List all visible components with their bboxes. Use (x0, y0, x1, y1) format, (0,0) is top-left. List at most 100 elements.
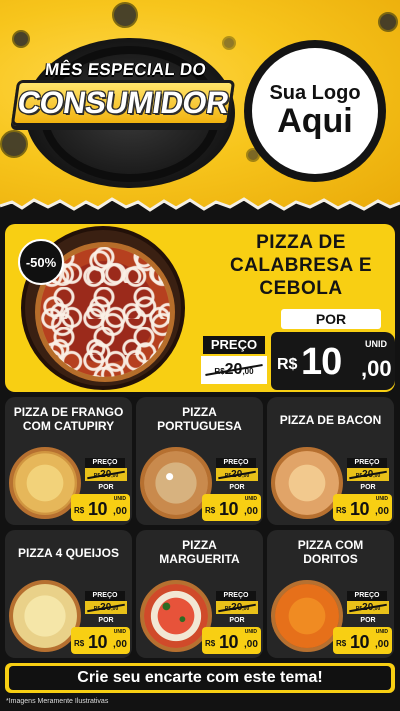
por-label: POR (360, 617, 376, 624)
product-name-line1: PIZZA COM (297, 538, 364, 552)
unid-label: UNID (113, 629, 126, 635)
product-name-line1: PIZZA (182, 538, 217, 552)
header-banner: MÊS ESPECIAL DO CONSUMIDOR Sua Logo Aqui (0, 0, 400, 215)
price-currency: R$ (205, 506, 216, 515)
por-label: POR (281, 309, 381, 329)
logo-text-line1: Sua Logo (269, 81, 361, 104)
old-price: R$20,00 (347, 468, 389, 481)
old-price: R$20,00 (201, 356, 267, 384)
new-price: UNID R$ 10 ,00 (333, 627, 392, 654)
new-price: UNID R$ 10 ,00 (202, 627, 261, 654)
featured-name-line3: CEBOLA (259, 277, 343, 299)
price-decimal: ,00 (375, 506, 389, 517)
coin-icon (0, 130, 28, 158)
preco-label: PREÇO (203, 336, 265, 354)
price-decimal: ,00 (244, 639, 258, 650)
logo-placeholder[interactable]: Sua Logo Aqui (252, 48, 378, 174)
price-integer: 10 (350, 499, 370, 519)
product-card-4-queijos[interactable]: PIZZA 4 QUEIJOS PREÇO R$20,00 POR UNID R… (5, 530, 132, 658)
product-name-line2: DORITOS (303, 552, 358, 567)
campaign-title-main: CONSUMIDOR (10, 80, 236, 126)
torn-paper-edge (0, 197, 400, 224)
por-label: POR (229, 484, 245, 491)
price-currency: R$ (205, 639, 216, 648)
por-label: POR (360, 484, 376, 491)
product-card-doritos[interactable]: PIZZA COM DORITOS PREÇO R$20,00 POR UNID… (267, 530, 394, 658)
old-price: R$20,00 (347, 601, 389, 614)
product-card-bacon[interactable]: PIZZA DE BACON PREÇO R$20,00 POR UNID R$… (267, 397, 394, 525)
preco-label: PREÇO (216, 591, 256, 601)
product-name-line2: MARGUERITA (159, 552, 240, 567)
old-price: R$20,00 (216, 468, 258, 481)
preco-label: PREÇO (85, 458, 125, 468)
cta-button[interactable]: Crie seu encarte com este tema! (9, 666, 391, 690)
price-decimal: ,00 (113, 506, 127, 517)
product-name: PIZZA COM DORITOS (271, 538, 390, 567)
price-integer: 10 (219, 499, 239, 519)
new-price: UNID R$ 10 ,00 (202, 494, 261, 521)
product-card-marguerita[interactable]: PIZZA MARGUERITA PREÇO R$20,00 POR UNID … (136, 530, 263, 658)
preco-label: PREÇO (85, 591, 125, 601)
product-name-line1: PIZZA DE BACON (279, 413, 382, 427)
product-card-frango[interactable]: PIZZA DE FRANGO COM CATUPIRY PREÇO R$20,… (5, 397, 132, 525)
new-price: UNID R$ 10 ,00 (271, 332, 395, 390)
product-name: PIZZA 4 QUEIJOS (9, 546, 128, 560)
por-label: POR (98, 617, 114, 624)
unid-label: UNID (375, 496, 388, 502)
price-integer: 10 (350, 632, 370, 652)
price-decimal: ,00 (361, 356, 392, 381)
cta-banner[interactable]: Crie seu encarte com este tema! (5, 663, 395, 693)
price-integer: 10 (88, 632, 108, 652)
new-price: UNID R$ 10 ,00 (71, 627, 130, 654)
featured-product-name: PIZZA DE CALABRESA E CEBOLA (217, 232, 385, 300)
product-card-portuguesa[interactable]: PIZZA PORTUGUESA PREÇO R$20,00 POR UNID … (136, 397, 263, 525)
unid-label: UNID (244, 629, 257, 635)
price-currency: R$ (74, 639, 85, 648)
coin-icon (222, 36, 236, 50)
new-price: UNID R$ 10 ,00 (333, 494, 392, 521)
price-currency: R$ (74, 506, 85, 515)
price-decimal: ,00 (113, 639, 127, 650)
old-price: R$20,00 (85, 601, 127, 614)
por-label: POR (229, 617, 245, 624)
logo-text-line2: Aqui (277, 101, 353, 140)
por-label: POR (98, 484, 114, 491)
price-decimal: ,00 (375, 639, 389, 650)
new-price: UNID R$ 10 ,00 (71, 494, 130, 521)
price-integer: 10 (88, 499, 108, 519)
product-name-line2: COM CATUPIRY (22, 419, 115, 434)
price-decimal: ,00 (244, 506, 258, 517)
featured-name-line1: PIZZA DE (256, 232, 346, 253)
price-integer: 10 (219, 632, 239, 652)
product-name-line2: PORTUGUESA (157, 419, 242, 434)
discount-badge: -50% (18, 239, 64, 285)
preco-label: PREÇO (216, 458, 256, 468)
product-name: PIZZA DE BACON (271, 413, 390, 427)
unid-label: UNID (113, 496, 126, 502)
old-price: R$20,00 (216, 601, 258, 614)
price-integer: 10 (301, 341, 342, 383)
price-currency: R$ (336, 639, 347, 648)
preco-label: PREÇO (347, 458, 387, 468)
unid-label: UNID (375, 629, 388, 635)
featured-name-line2: CALABRESA E (229, 254, 373, 276)
product-name: PIZZA DE FRANGO COM CATUPIRY (9, 405, 128, 434)
product-name: PIZZA PORTUGUESA (140, 405, 259, 434)
price-currency: R$ (336, 506, 347, 515)
product-name: PIZZA MARGUERITA (140, 538, 259, 567)
coin-icon (12, 30, 30, 48)
price-currency: R$ (277, 356, 298, 373)
unid-label: UNID (365, 339, 387, 349)
old-price: R$20,00 (85, 468, 127, 481)
campaign-title-top: MÊS ESPECIAL DO (44, 60, 208, 79)
product-name-line1: PIZZA 4 QUEIJOS (18, 546, 119, 560)
disclaimer-text: *Imagens Meramente Ilustrativas (6, 698, 109, 705)
coin-icon (378, 12, 398, 32)
coin-icon (112, 2, 138, 28)
featured-product-card[interactable]: -50% PIZZA DE CALABRESA E CEBOLA POR PRE… (5, 224, 395, 392)
preco-label: PREÇO (347, 591, 387, 601)
product-name-line1: PIZZA DE FRANGO (13, 405, 124, 419)
unid-label: UNID (244, 496, 257, 502)
product-name-line1: PIZZA (182, 405, 217, 419)
campaign-title-main-text: CONSUMIDOR (15, 85, 231, 120)
